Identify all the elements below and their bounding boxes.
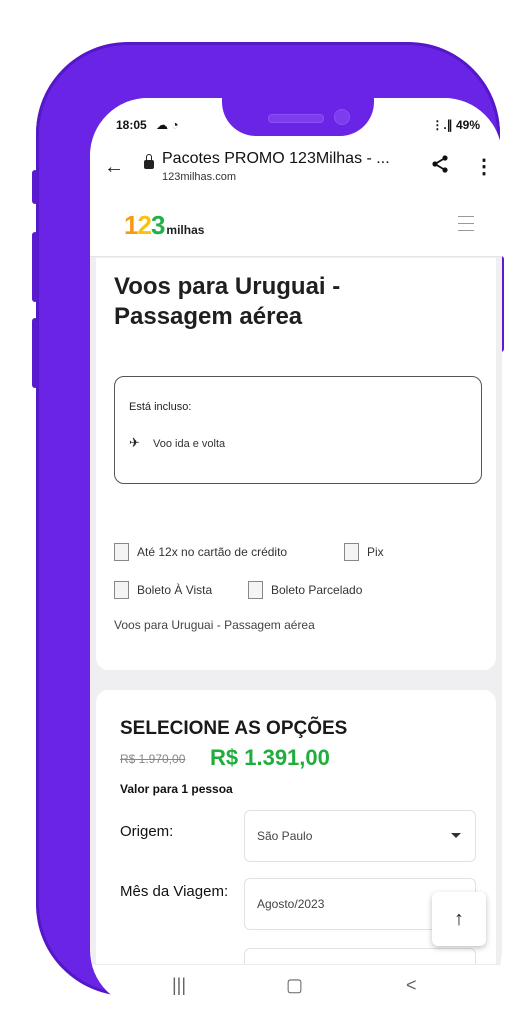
phone-frame: 18:05 ☁ ◔ ⋮.∥ 49% ← Pacotes PROMO 123Mil… [32, 42, 504, 1008]
site-logo[interactable]: 123 milhas [124, 210, 204, 241]
payment-option: Até 12x no cartão de crédito [114, 543, 288, 562]
url-domain[interactable]: 123milhas.com [162, 171, 236, 183]
origin-label: Origem: [120, 823, 174, 840]
payment-option-label: Até 12x no cartão de crédito [137, 545, 288, 560]
payment-option: Boleto Parcelado [248, 581, 363, 600]
payment-option: Boleto À Vista [114, 581, 213, 600]
month-label: Mês da Viagem: [120, 883, 229, 900]
chevron-down-icon [451, 833, 461, 838]
tab-title[interactable]: Pacotes PROMO 123Milhas - ... [162, 150, 390, 168]
arrow-up-icon: ↑ [454, 908, 464, 930]
price-note: Valor para 1 pessoa [120, 782, 233, 796]
options-card: SELECIONE AS OPÇÕES R$ 1.970,00 R$ 1.391… [96, 690, 496, 1008]
pix-icon [344, 543, 359, 561]
logo-digit: 3 [150, 210, 166, 240]
browser-url-bar: ← Pacotes PROMO 123Milhas - ... 123milha… [90, 140, 502, 196]
more-vertical-icon[interactable]: ⋮ [474, 154, 494, 179]
hamburger-menu-icon[interactable] [458, 216, 474, 237]
android-nav-bar: ||| ▢ < [90, 964, 502, 1008]
included-item: ✈ Voo ida e volta [129, 435, 225, 451]
payment-option-label: Boleto À Vista [137, 583, 213, 598]
included-item-label: Voo ida e volta [153, 438, 226, 450]
status-time: 18:05 [116, 118, 147, 132]
old-price: R$ 1.970,00 [120, 752, 186, 766]
arrow-left-icon[interactable]: ← [104, 156, 124, 179]
product-card: Voos para Uruguai - Passagem aérea Está … [96, 258, 496, 670]
side-button [32, 318, 38, 388]
logo-word: milhas [166, 223, 205, 237]
logo-digit: 2 [137, 210, 152, 240]
boleto-icon [248, 581, 263, 599]
home-icon[interactable]: ▢ [286, 975, 303, 996]
site-header: 123 milhas [90, 196, 502, 257]
month-value: Agosto/2023 [257, 897, 325, 911]
plane-icon: ✈ [129, 435, 140, 450]
side-button [32, 232, 38, 302]
recents-icon[interactable]: ||| [172, 975, 186, 996]
current-price: R$ 1.391,00 [210, 745, 330, 770]
phone-screen: 18:05 ☁ ◔ ⋮.∥ 49% ← Pacotes PROMO 123Mil… [90, 98, 502, 1008]
logo-digit: 1 [124, 210, 139, 240]
lock-icon [144, 154, 154, 169]
speaker [268, 114, 324, 123]
origin-select[interactable]: São Paulo [244, 810, 476, 862]
side-button [32, 170, 38, 204]
included-label: Está incluso: [129, 401, 192, 413]
back-nav-icon[interactable]: < [406, 975, 417, 996]
share-icon[interactable] [430, 154, 450, 180]
status-icons-left: ☁ ◔ [156, 118, 179, 132]
page-title: Voos para Uruguai - Passagem aérea [114, 273, 341, 330]
boleto-icon [114, 581, 129, 599]
scroll-to-top-button[interactable]: ↑ [432, 892, 486, 946]
origin-value: São Paulo [257, 829, 313, 843]
options-title: SELECIONE AS OPÇÕES [120, 718, 348, 739]
payment-card-icon [114, 543, 129, 561]
status-battery: ⋮.∥ 49% [431, 118, 480, 132]
included-box: Está incluso: ✈ Voo ida e volta [114, 376, 482, 484]
payment-option: Pix [344, 543, 384, 562]
seo-text: Voos para Uruguai - Passagem aérea [114, 618, 315, 632]
payment-option-label: Boleto Parcelado [271, 583, 363, 598]
payment-option-label: Pix [367, 545, 384, 560]
camera [334, 109, 350, 125]
